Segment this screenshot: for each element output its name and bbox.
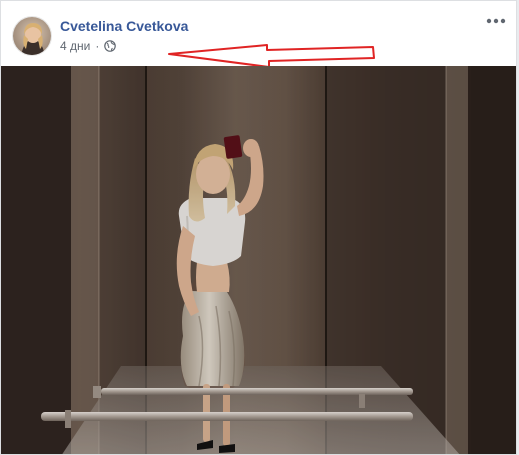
post-photo[interactable] [1,66,516,454]
meta-separator: · [95,39,100,53]
author-avatar[interactable] [12,16,52,56]
author-name-link[interactable]: Cvetelina Cvetkova [60,17,188,35]
feed-post: Cvetelina Cvetkova 4 дни · [0,0,517,455]
post-meta: 4 дни · [60,39,117,53]
more-options-icon[interactable] [484,13,508,33]
globe-icon[interactable] [104,40,117,52]
post-timestamp[interactable]: 4 дни [60,39,90,53]
